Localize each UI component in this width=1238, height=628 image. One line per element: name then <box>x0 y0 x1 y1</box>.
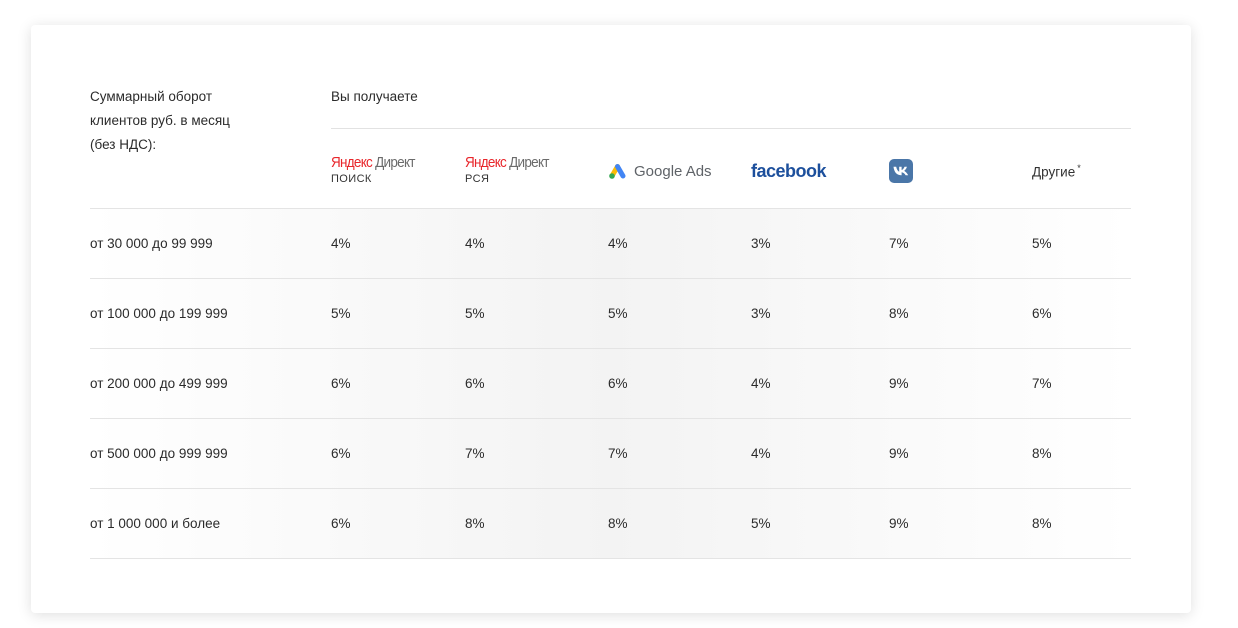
yandex-search-label: ПОИСК <box>331 172 372 185</box>
turnover-range: от 1 000 000 и более <box>90 516 221 531</box>
rate-cell: 7% <box>889 236 909 251</box>
rate-cell: 8% <box>889 306 909 321</box>
google-ads-logo-icon <box>609 163 626 179</box>
rate-cell: 4% <box>465 236 485 251</box>
yandex-logo-letter: Я <box>331 153 341 171</box>
rate-cell: 5% <box>465 306 485 321</box>
table-row: от 1 000 000 и более 6% 8% 8% 5% 9% 8% <box>90 488 1131 559</box>
rate-cell: 7% <box>465 446 485 461</box>
rate-cell: 9% <box>889 516 909 531</box>
rate-cell: 4% <box>751 376 771 391</box>
rate-cell: 8% <box>465 516 485 531</box>
rate-cell: 6% <box>465 376 485 391</box>
yandex-logo-word: ндекс <box>474 153 507 171</box>
rate-cell: 5% <box>608 306 628 321</box>
table-row: от 200 000 до 499 999 6% 6% 6% 4% 9% 7% <box>90 348 1131 418</box>
rate-cell: 4% <box>751 446 771 461</box>
turnover-header-line: клиентов руб. в месяц <box>90 113 230 128</box>
table-row: от 100 000 до 199 999 5% 5% 5% 3% 8% 6% <box>90 278 1131 348</box>
turnover-header-line: Суммарный оборот <box>90 89 213 104</box>
rate-cell: 8% <box>608 516 628 531</box>
other-column-header: Другие * <box>1032 150 1081 190</box>
turnover-range: от 200 000 до 499 999 <box>90 376 228 391</box>
rate-cell: 5% <box>751 516 771 531</box>
google-ads-column-header: Google Ads <box>608 150 712 190</box>
yandex-logo-word: ндекс <box>340 153 373 171</box>
table-row: от 500 000 до 999 999 6% 7% 7% 4% 9% 8% <box>90 418 1131 488</box>
rate-cell: 7% <box>1032 376 1052 391</box>
rate-cell: 3% <box>751 306 771 321</box>
turnover-header-line: (без НДС): <box>90 137 157 152</box>
direct-logo-word: Директ <box>372 153 415 171</box>
table-row: от 30 000 до 99 999 4% 4% 4% 3% 7% 5% <box>90 208 1131 278</box>
vk-column-header <box>889 150 913 190</box>
rate-cell: 4% <box>331 236 351 251</box>
direct-logo-word: Директ <box>506 153 549 171</box>
yandex-rsya-label: РСЯ <box>465 172 490 185</box>
turnover-range: от 500 000 до 999 999 <box>90 446 228 461</box>
rate-cell: 3% <box>751 236 771 251</box>
other-label: Другие <box>1032 164 1076 180</box>
rate-cell: 9% <box>889 446 909 461</box>
yandex-direct-search-column-header: Яндекс Директ ПОИСК <box>331 150 424 190</box>
yandex-direct-rsya-column-header: Яндекс Директ РСЯ <box>465 150 558 190</box>
rate-cell: 6% <box>331 376 351 391</box>
rate-cell: 5% <box>331 306 351 321</box>
facebook-logo-icon: facebook <box>751 160 827 181</box>
yandex-direct-logo-icon: Яндекс Директ <box>465 153 549 171</box>
footnote-mark: * <box>1077 162 1081 173</box>
facebook-column-header: facebook <box>751 150 827 190</box>
rate-cell: 8% <box>1032 446 1052 461</box>
google-ads-label: Google Ads <box>634 162 712 180</box>
turnover-range: от 30 000 до 99 999 <box>90 236 213 251</box>
header-divider <box>331 128 1131 129</box>
you-get-header: Вы получаете <box>331 89 418 104</box>
commission-table-card: Суммарный оборот клиентов руб. в месяц (… <box>31 25 1191 613</box>
rate-cell: 6% <box>608 376 628 391</box>
rate-cell: 6% <box>331 516 351 531</box>
rate-cell: 6% <box>1032 306 1052 321</box>
rate-cell: 6% <box>331 446 351 461</box>
yandex-logo-letter: Я <box>465 153 475 171</box>
rate-cell: 7% <box>608 446 628 461</box>
rate-cell: 5% <box>1032 236 1052 251</box>
rate-cell: 9% <box>889 376 909 391</box>
rate-cell: 8% <box>1032 516 1052 531</box>
turnover-range: от 100 000 до 199 999 <box>90 306 228 321</box>
yandex-direct-logo-icon: Яндекс Директ <box>331 153 415 171</box>
turnover-header: Суммарный оборот клиентов руб. в месяц (… <box>90 85 290 157</box>
rate-cell: 4% <box>608 236 628 251</box>
vk-logo-icon <box>889 159 913 183</box>
